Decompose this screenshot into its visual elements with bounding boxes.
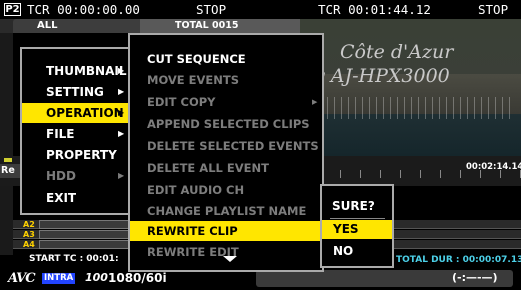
menu-item-rewrite-clip[interactable]: REWRITE CLIP [130,221,322,241]
intra-number: 100 [85,271,108,284]
intra-badge: INTRA [42,273,76,284]
total-duration: TOTAL DUR : 00:00:07.13 [396,255,521,265]
preview-overlay-subtitle: y AJ-HPX3000 [314,65,450,87]
track-label: A2 [23,220,35,229]
menu-item-append-selected-clips[interactable]: APPEND SELECTED CLIPS [130,114,322,134]
no-button[interactable]: NO [322,242,392,261]
operation-submenu: CUT SEQUENCE MOVE EVENTS EDIT COPY ▶ APP… [128,33,324,272]
menu-item-property[interactable]: PROPERTY [22,145,132,165]
menu-item-change-playlist-name[interactable]: CHANGE PLAYLIST NAME [130,201,322,221]
preview-overlay-title: Côte d'Azur [340,41,454,63]
menu-item-exit[interactable]: EXIT [22,188,132,208]
left-panel [0,33,13,255]
chevron-right-icon: ▶ [118,129,125,138]
left-timecode: TCR 00:00:00.00 [27,2,140,17]
tab-all[interactable]: ALL [13,19,145,33]
right-timecode: TCR 00:01:44.12 [318,2,431,17]
menu-item-edit-copy[interactable]: EDIT COPY ▶ [130,92,322,112]
menu-item-delete-all-event[interactable]: DELETE ALL EVENT [130,158,322,178]
chevron-right-icon: ▶ [118,108,125,117]
chevron-right-icon: ▶ [118,66,125,75]
duration-readout: (-:—-—) [452,271,498,284]
menu-item-label: EXIT [46,191,77,205]
status-bar: P2 TCR 00:00:00.00 STOP TCR 00:01:44.12 … [0,0,521,19]
preview-water [300,114,521,156]
menu-item-delete-selected-events[interactable]: DELETE SELECTED EVENTS [130,136,322,156]
track-label: A3 [23,230,35,239]
total-clips-badge: TOTAL 0015 [140,19,300,33]
track-label: A4 [23,240,35,249]
menu-item-cut-sequence[interactable]: CUT SEQUENCE [130,49,322,69]
left-state: STOP [196,2,227,17]
menu-item-label: OPERATION [46,106,124,120]
menu-item-label: SETTING [46,85,104,99]
ruler-timecode: 00:02:14.14 [466,162,521,172]
chevron-right-icon: ▶ [118,87,125,96]
avc-logo: AVC [8,271,36,286]
chevron-right-icon: ▶ [312,98,318,106]
timeline-side-label: Re [0,164,22,178]
start-timecode: START TC : 00:01: [29,254,119,264]
p2-card-icon: P2 [4,3,21,16]
confirm-title: SURE? [332,199,375,213]
menu-item-file[interactable]: FILE ▶ [22,124,132,144]
menu-item-label: PROPERTY [46,148,117,162]
menu-item-label: HDD [46,169,76,183]
chevron-right-icon: ▶ [118,171,125,180]
timeline-marker [4,158,12,162]
menu-item-move-events[interactable]: MOVE EVENTS [130,70,322,90]
scroll-down-icon[interactable] [223,256,237,262]
menu-item-operation[interactable]: OPERATION ▶ [22,103,132,123]
thumbnail-strip: ALL TOTAL 0015 [0,19,300,33]
video-format: 1080/60i [108,271,167,285]
right-state: STOP [478,2,509,17]
confirm-divider [330,218,385,219]
menu-item-setting[interactable]: SETTING ▶ [22,82,132,102]
menu-item-label: FILE [46,127,75,141]
video-preview: Côte d'Azur y AJ-HPX3000 [300,19,521,156]
menu-item-label: EDIT COPY [147,95,216,109]
yes-button[interactable]: YES [322,220,392,239]
confirm-dialog: SURE? YES NO [320,184,394,268]
preview-masts [320,97,510,119]
menu-item-label: THUMBNAIL [46,64,127,78]
menu-item-edit-audio-ch[interactable]: EDIT AUDIO CH [130,180,322,200]
menu-item-hdd[interactable]: HDD ▶ [22,166,132,186]
main-menu: THUMBNAIL ▶ SETTING ▶ OPERATION ▶ FILE ▶… [20,47,134,215]
menu-item-thumbnail[interactable]: THUMBNAIL ▶ [22,61,132,81]
